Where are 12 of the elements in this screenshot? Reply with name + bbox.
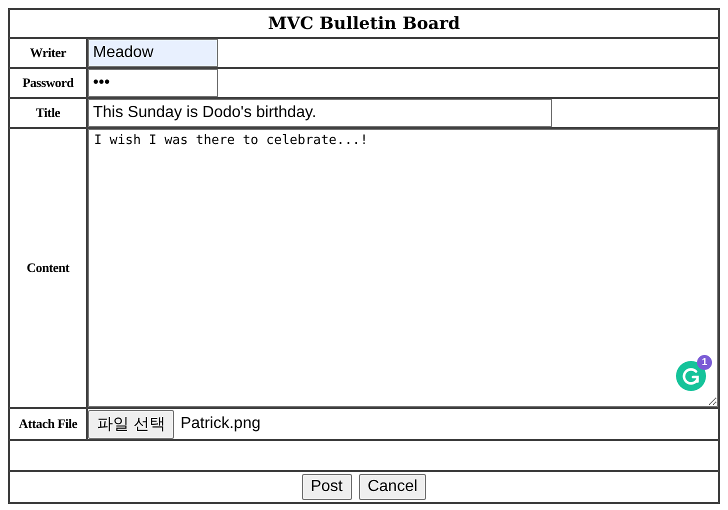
field-label: Attach File	[9, 408, 87, 440]
writer-field[interactable]: Meadow	[88, 39, 218, 67]
post-button[interactable]: Post	[302, 474, 352, 500]
password-field[interactable]: •••	[88, 69, 218, 97]
field-label: Title	[9, 98, 87, 128]
file-name: Patrick.png	[180, 415, 260, 433]
choose-file-button[interactable]: 파일 선택	[88, 410, 174, 438]
field-label: Writer	[9, 38, 87, 68]
board-title: MVC Bulletin Board	[9, 9, 719, 38]
field-label: Password	[9, 68, 87, 98]
title-field[interactable]: This Sunday is Dodo's birthday.	[88, 99, 552, 127]
cancel-button[interactable]: Cancel	[358, 474, 426, 500]
